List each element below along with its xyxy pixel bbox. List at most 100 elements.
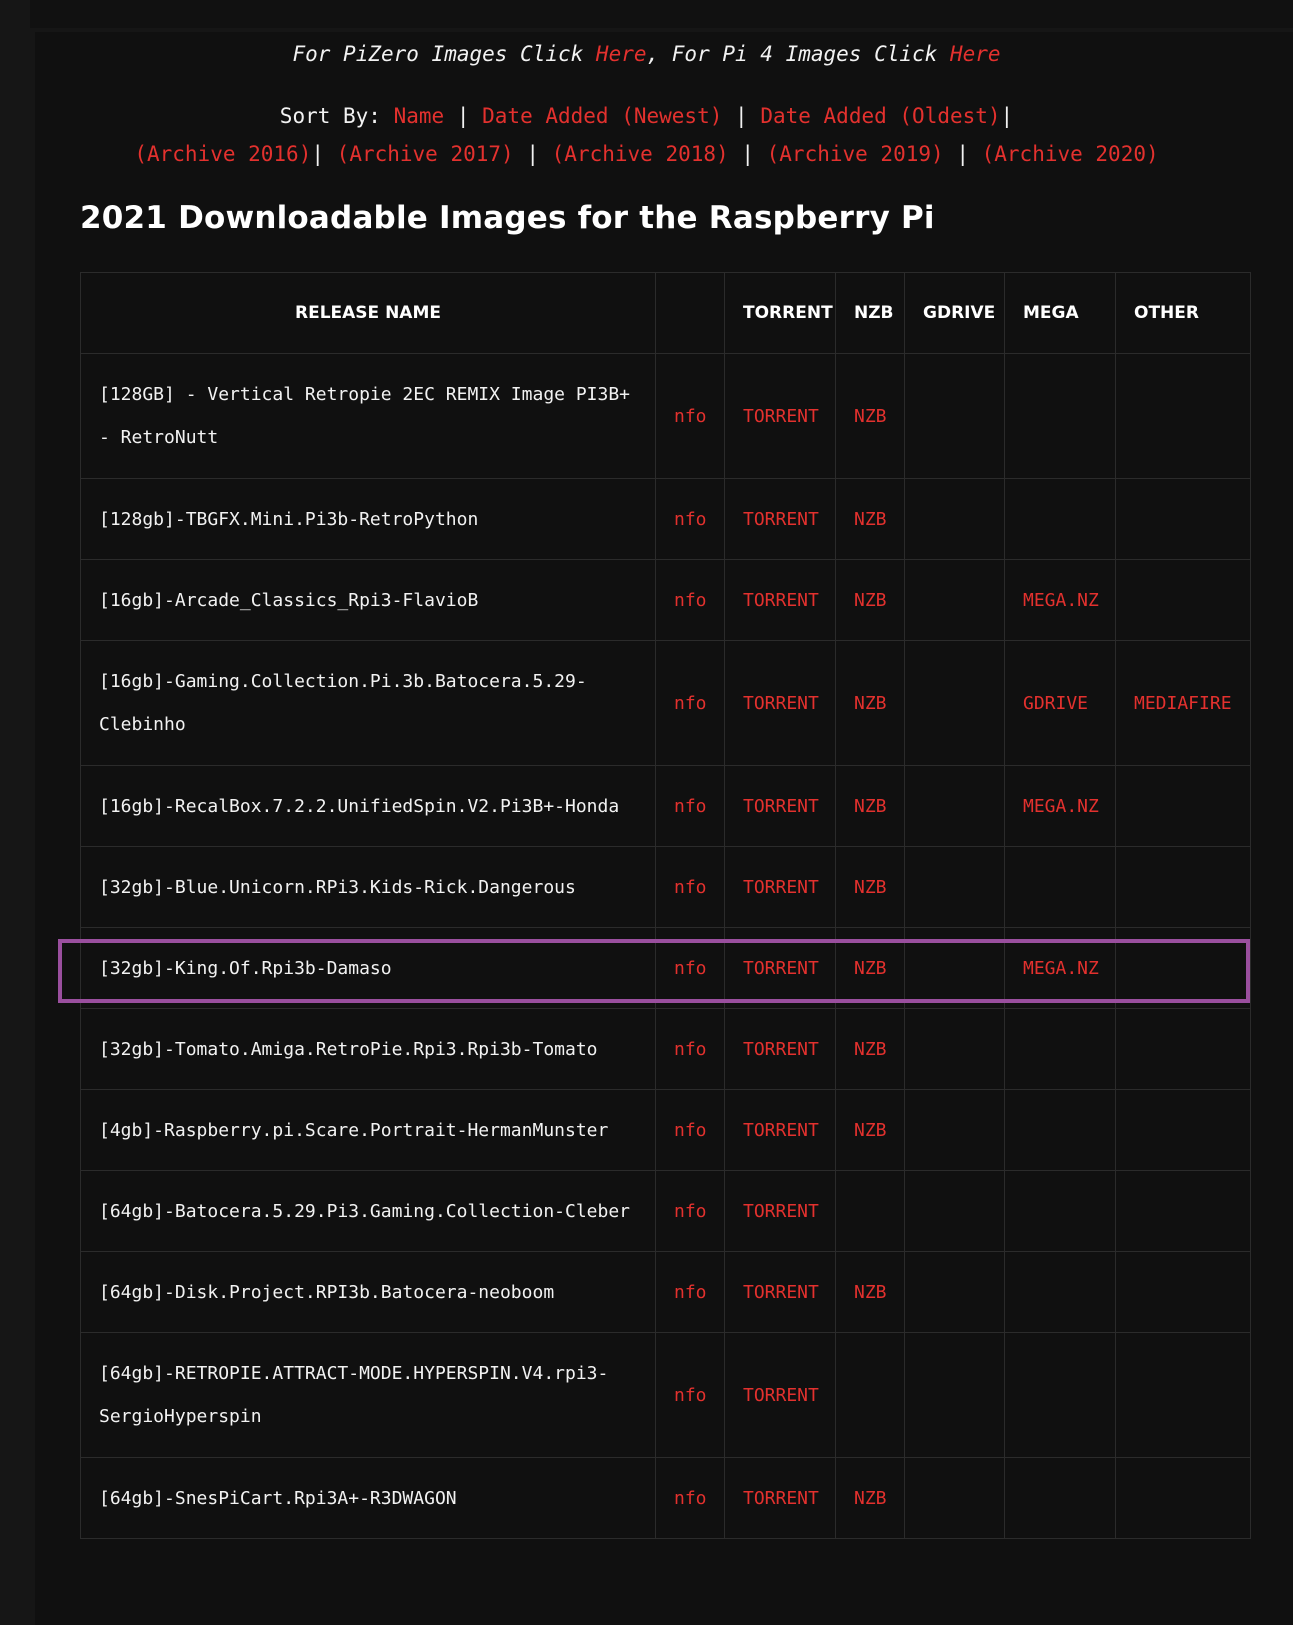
nzb-link[interactable]: NZB (854, 1488, 887, 1509)
pi4-text: , For Pi 4 Images Click (646, 42, 950, 66)
other-cell (1115, 478, 1251, 560)
nzb-link[interactable]: NZB (854, 1039, 887, 1060)
mega-link[interactable]: MEGA.NZ (1023, 958, 1099, 979)
other-cell: MEDIAFIRE (1115, 640, 1251, 766)
nfo-cell: nfo (655, 478, 725, 560)
nfo-link[interactable]: nfo (674, 406, 707, 427)
nzb-link[interactable]: NZB (854, 1120, 887, 1141)
nzb-cell: NZB (835, 846, 905, 928)
gdrive-cell (904, 1332, 1005, 1458)
nzb-link[interactable]: NZB (854, 590, 887, 611)
torrent-link[interactable]: TORRENT (743, 1488, 819, 1509)
torrent-link[interactable]: TORRENT (743, 509, 819, 530)
nfo-link[interactable]: nfo (674, 958, 707, 979)
release-name-cell: [32gb]-Tomato.Amiga.RetroPie.Rpi3.Rpi3b-… (80, 1008, 656, 1090)
torrent-link[interactable]: TORRENT (743, 693, 819, 714)
release-name-cell: [4gb]-Raspberry.pi.Scare.Portrait-Herman… (80, 1089, 656, 1171)
gdrive-cell (904, 846, 1005, 928)
header-mega: MEGA (1004, 272, 1116, 354)
torrent-cell: TORRENT (724, 353, 836, 479)
torrent-link[interactable]: TORRENT (743, 1201, 819, 1222)
mega-link[interactable]: MEGA.NZ (1023, 590, 1099, 611)
gdrive-cell (904, 353, 1005, 479)
other-link[interactable]: MEDIAFIRE (1134, 693, 1232, 714)
table-row: [64gb]-RETROPIE.ATTRACT-MODE.HYPERSPIN.V… (80, 1332, 1251, 1458)
nzb-cell: NZB (835, 559, 905, 641)
separator: | (956, 142, 969, 166)
archive-2018-link[interactable]: (Archive 2018) (552, 142, 729, 166)
mega-cell (1004, 1251, 1116, 1333)
mega-cell: GDRIVE (1004, 640, 1116, 766)
nzb-link[interactable]: NZB (854, 406, 887, 427)
pizero-here-link[interactable]: Here (596, 42, 647, 66)
archive-2017-link[interactable]: (Archive 2017) (337, 142, 514, 166)
header-other: OTHER (1115, 272, 1251, 354)
mega-cell (1004, 1089, 1116, 1171)
nfo-link[interactable]: nfo (674, 1282, 707, 1303)
nfo-link[interactable]: nfo (674, 1488, 707, 1509)
release-name-cell: [64gb]-Batocera.5.29.Pi3.Gaming.Collecti… (80, 1170, 656, 1252)
nfo-link[interactable]: nfo (674, 693, 707, 714)
pi4-here-link[interactable]: Here (950, 42, 1001, 66)
nfo-link[interactable]: nfo (674, 877, 707, 898)
nzb-cell: NZB (835, 927, 905, 1009)
torrent-link[interactable]: TORRENT (743, 406, 819, 427)
header-gdrive: GDRIVE (904, 272, 1005, 354)
torrent-link[interactable]: TORRENT (743, 1282, 819, 1303)
archive-2016-link[interactable]: (Archive 2016) (134, 142, 311, 166)
separator: | (1000, 104, 1014, 128)
other-cell (1115, 1008, 1251, 1090)
nfo-link[interactable]: nfo (674, 1385, 707, 1406)
table-row: [32gb]-King.Of.Rpi3b-Damaso nfo TORRENT NZB… (80, 927, 1251, 1009)
mega-cell (1004, 1008, 1116, 1090)
nfo-link[interactable]: nfo (674, 796, 707, 817)
other-cell (1115, 1089, 1251, 1171)
release-name-cell: [128gb]-TBGFX.Mini.Pi3b-RetroPython (80, 478, 656, 560)
mega-cell (1004, 1170, 1116, 1252)
archive-2020-link[interactable]: (Archive 2020) (982, 142, 1159, 166)
sort-by-newest-link[interactable]: Date Added (Newest) (482, 104, 722, 128)
nfo-cell: nfo (655, 353, 725, 479)
nfo-link[interactable]: nfo (674, 1120, 707, 1141)
mega-cell (1004, 478, 1116, 560)
mega-link[interactable]: GDRIVE (1023, 693, 1088, 714)
table-row: [64gb]-Disk.Project.RPI3b.Batocera-neobo… (80, 1251, 1251, 1333)
archive-2019-link[interactable]: (Archive 2019) (767, 142, 944, 166)
torrent-link[interactable]: TORRENT (743, 796, 819, 817)
sort-by-name-link[interactable]: Name (394, 104, 445, 128)
releases-table: RELEASE NAME TORRENT NZB GDRIVE MEGA OTH… (80, 272, 1251, 1539)
nzb-cell (835, 1170, 905, 1252)
release-name-cell: [16gb]-Arcade_Classics_Rpi3-FlavioB (80, 559, 656, 641)
mega-link[interactable]: MEGA.NZ (1023, 796, 1099, 817)
nzb-link[interactable]: NZB (854, 1282, 887, 1303)
nzb-link[interactable]: NZB (854, 509, 887, 530)
header-torrent: TORRENT (724, 272, 836, 354)
nfo-link[interactable]: nfo (674, 1039, 707, 1060)
pizero-text: For PiZero Images Click (292, 42, 596, 66)
torrent-cell: TORRENT (724, 846, 836, 928)
other-cell (1115, 927, 1251, 1009)
sort-by-oldest-link[interactable]: Date Added (Oldest) (760, 104, 1000, 128)
table-row: [32gb]-Tomato.Amiga.RetroPie.Rpi3.Rpi3b-… (80, 1008, 1251, 1090)
nfo-link[interactable]: nfo (674, 1201, 707, 1222)
torrent-link[interactable]: TORRENT (743, 877, 819, 898)
nzb-cell: NZB (835, 640, 905, 766)
nzb-link[interactable]: NZB (854, 796, 887, 817)
torrent-link[interactable]: TORRENT (743, 1385, 819, 1406)
nzb-link[interactable]: NZB (854, 958, 887, 979)
nzb-link[interactable]: NZB (854, 693, 887, 714)
other-cell (1115, 765, 1251, 847)
separator: | (741, 142, 754, 166)
nfo-link[interactable]: nfo (674, 590, 707, 611)
nfo-cell: nfo (655, 1008, 725, 1090)
nzb-link[interactable]: NZB (854, 877, 887, 898)
torrent-link[interactable]: TORRENT (743, 1039, 819, 1060)
page-title: 2021 Downloadable Images for the Raspber… (80, 200, 935, 236)
release-name-cell: [64gb]-Disk.Project.RPI3b.Batocera-neobo… (80, 1251, 656, 1333)
separator: | (311, 142, 325, 166)
nfo-link[interactable]: nfo (674, 509, 707, 530)
torrent-link[interactable]: TORRENT (743, 958, 819, 979)
torrent-link[interactable]: TORRENT (743, 590, 819, 611)
table-row: [64gb]-Batocera.5.29.Pi3.Gaming.Collecti… (80, 1170, 1251, 1252)
torrent-link[interactable]: TORRENT (743, 1120, 819, 1141)
